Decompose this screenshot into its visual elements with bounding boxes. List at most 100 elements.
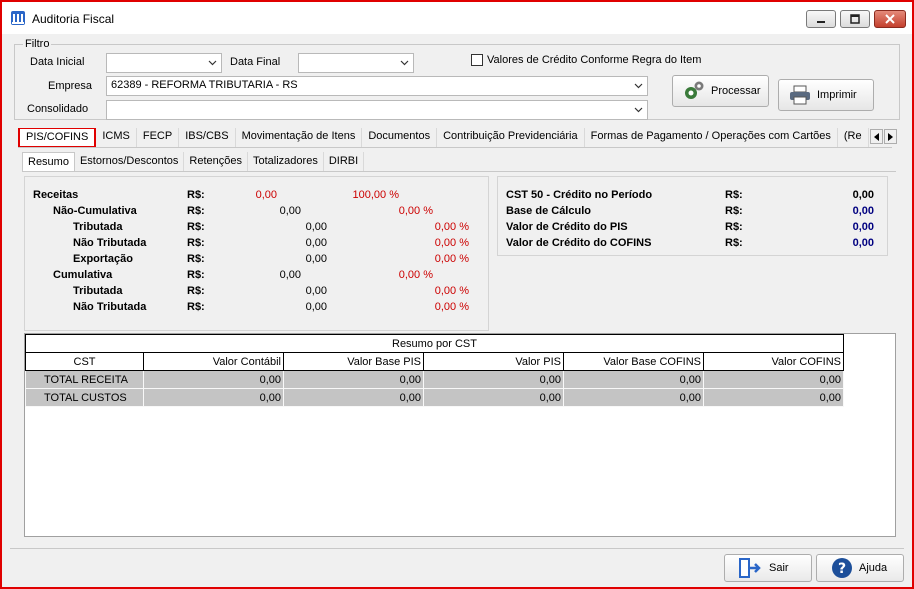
resumo-value: 0,00 — [305, 237, 327, 249]
resumo-percent: 0,00 % — [434, 237, 469, 249]
resumo-label: Tributada — [73, 285, 123, 297]
empresa-combo[interactable]: 62389 - REFORMA TRIBUTARIA - RS — [106, 76, 648, 96]
sair-label: Sair — [769, 562, 789, 574]
tab-ibs-cbs[interactable]: IBS/CBS — [179, 128, 236, 147]
maximize-button[interactable] — [840, 10, 870, 28]
maximize-icon — [850, 14, 860, 24]
currency-label: R$: — [187, 205, 205, 217]
main-tab-strip: PIS/COFINS ICMS FECP IBS/CBS Movimentação de… — [18, 128, 892, 148]
currency-label: R$: — [187, 285, 205, 297]
minimize-icon — [817, 21, 825, 23]
col-header[interactable]: Valor PIS — [423, 352, 564, 371]
empresa-label: Empresa — [48, 80, 93, 92]
grid-caption: Resumo por CST — [25, 334, 844, 353]
sair-button[interactable]: Sair — [724, 554, 812, 582]
resumo-receitas-panel: Receitas R$: 0,00 100,00 % Não-Cumulativ… — [24, 176, 489, 331]
processar-button[interactable]: Processar — [672, 75, 769, 107]
currency-label: R$: — [725, 205, 743, 217]
svg-text:?: ? — [838, 561, 846, 577]
col-header[interactable]: Valor Contábil — [143, 352, 284, 371]
data-inicial-combo[interactable] — [106, 53, 222, 73]
currency-label: R$: — [187, 253, 205, 265]
help-icon: ? — [832, 558, 852, 578]
currency-label: R$: — [187, 237, 205, 249]
table-cell: 0,00 — [703, 370, 844, 389]
col-header[interactable]: CST — [25, 352, 144, 371]
resumo-percent: 0,00 % — [398, 269, 433, 281]
window-title: Auditoria Fiscal — [32, 12, 115, 26]
printer-icon — [790, 85, 810, 105]
ajuda-button[interactable]: ? Ajuda — [816, 554, 904, 582]
currency-label: R$: — [187, 189, 205, 201]
credito-value: 0,00 — [852, 237, 874, 249]
currency-label: R$: — [725, 237, 743, 249]
table-cell: 0,00 — [703, 388, 844, 407]
col-header[interactable]: Valor COFINS — [703, 352, 844, 371]
chevron-down-icon — [634, 107, 643, 113]
currency-label: R$: — [187, 269, 205, 281]
resumo-label: Não Tributada — [73, 237, 147, 249]
credito-value: 0,00 — [852, 205, 874, 217]
credito-label: CST 50 - Crédito no Período — [506, 189, 653, 201]
tab-contribuicao-previdenciaria[interactable]: Contribuição Previdenciária — [437, 128, 585, 147]
resumo-value: 0,00 — [305, 253, 327, 265]
table-cell: 0,00 — [283, 370, 424, 389]
tab-partial[interactable]: (Re — [838, 128, 869, 147]
subtab-estornos-descontos[interactable]: Estornos/Descontos — [75, 152, 185, 171]
imprimir-label: Imprimir — [817, 89, 857, 101]
resumo-label: Receitas — [33, 189, 79, 201]
resumo-percent: 0,00 % — [434, 285, 469, 297]
ajuda-label: Ajuda — [859, 562, 888, 574]
subtab-totalizadores[interactable]: Totalizadores — [248, 152, 324, 171]
table-cell: 0,00 — [143, 370, 284, 389]
data-final-combo[interactable] — [298, 53, 414, 73]
filtro-legend: Filtro — [25, 38, 50, 50]
chevron-down-icon — [208, 60, 217, 66]
currency-label: R$: — [187, 221, 205, 233]
currency-label: R$: — [187, 301, 205, 313]
col-header[interactable]: Valor Base PIS — [283, 352, 424, 371]
resumo-percent: 0,00 % — [398, 205, 433, 217]
table-cell: TOTAL RECEITA — [25, 370, 144, 389]
tab-icms[interactable]: ICMS — [96, 128, 137, 147]
resumo-value: 0,00 — [255, 189, 277, 201]
tab-movimentacao-itens[interactable]: Movimentação de Itens — [236, 128, 363, 147]
tab-pis-cofins[interactable]: PIS/COFINS — [18, 128, 97, 147]
imprimir-button[interactable]: Imprimir — [778, 79, 874, 111]
col-header[interactable]: Valor Base COFINS — [563, 352, 704, 371]
close-button[interactable] — [874, 10, 906, 28]
tab-documentos[interactable]: Documentos — [362, 128, 438, 147]
arrow-right-icon — [887, 132, 893, 141]
subtab-dirbi[interactable]: DIRBI — [324, 152, 365, 171]
sub-tab-strip: Resumo Estornos/Descontos Retenções Totaliz… — [22, 152, 896, 172]
resumo-label: Tributada — [73, 221, 123, 233]
subtab-retencoes[interactable]: Retenções — [184, 152, 248, 171]
gears-icon — [685, 81, 704, 99]
minimize-button[interactable] — [806, 10, 836, 28]
resumo-value: 0,00 — [305, 221, 327, 233]
chevron-down-icon — [634, 83, 643, 89]
resumo-value: 0,00 — [305, 301, 327, 313]
data-inicial-label: Data Inicial — [30, 56, 85, 68]
tab-fecp[interactable]: FECP — [137, 128, 180, 147]
table-row[interactable]: TOTAL CUSTOS 0,00 0,00 0,00 0,00 0,00 — [25, 388, 844, 407]
processar-label: Processar — [711, 85, 761, 97]
resumo-label: Cumulativa — [53, 269, 113, 281]
table-row[interactable]: TOTAL RECEITA 0,00 0,00 0,00 0,00 0,00 — [25, 370, 844, 389]
table-cell: 0,00 — [563, 370, 704, 389]
app-icon — [11, 11, 25, 25]
resumo-percent: 0,00 % — [434, 221, 469, 233]
tab-scroll-right[interactable] — [884, 129, 897, 144]
footer-divider — [10, 548, 904, 549]
resumo-percent: 0,00 % — [434, 253, 469, 265]
title-bar: Auditoria Fiscal — [2, 2, 912, 34]
resumo-value: 0,00 — [279, 205, 301, 217]
table-cell: 0,00 — [283, 388, 424, 407]
subtab-resumo[interactable]: Resumo — [22, 152, 75, 171]
data-final-label: Data Final — [230, 56, 281, 68]
tab-scroll-left[interactable] — [870, 129, 883, 144]
valores-credito-checkbox[interactable] — [471, 54, 483, 66]
consolidado-combo[interactable] — [106, 100, 648, 120]
resumo-percent: 0,00 % — [434, 301, 469, 313]
tab-formas-pagamento[interactable]: Formas de Pagamento / Operações com Cart… — [585, 128, 838, 147]
